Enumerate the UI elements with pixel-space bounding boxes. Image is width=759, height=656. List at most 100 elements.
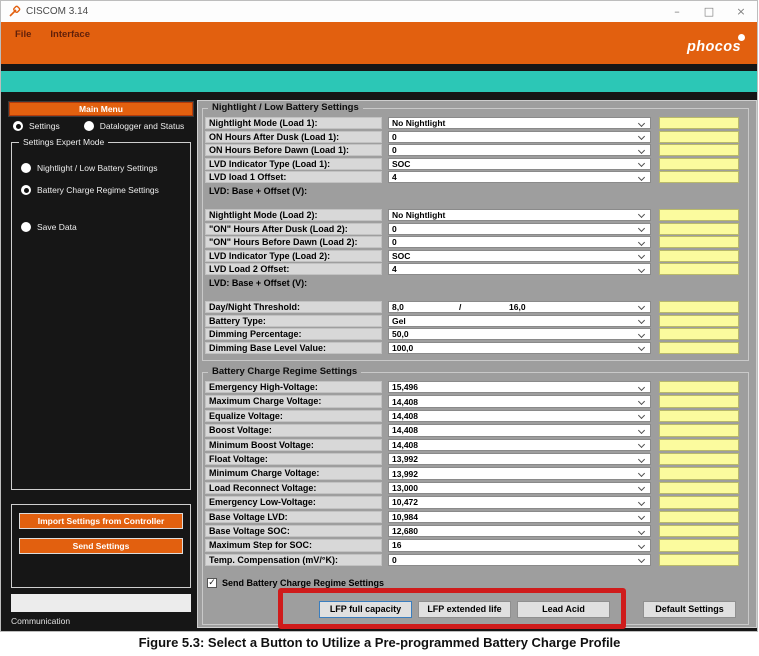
value-dropdown[interactable]: 14,408: [388, 395, 651, 408]
chevron-down-icon[interactable]: [637, 398, 646, 406]
chevron-down-icon[interactable]: [637, 133, 646, 141]
menu-file[interactable]: File: [15, 29, 31, 40]
chevron-down-icon[interactable]: [637, 556, 646, 564]
chevron-down-icon[interactable]: [637, 484, 646, 492]
radio-icon[interactable]: [21, 185, 31, 195]
value-dropdown[interactable]: 12,680: [388, 524, 651, 538]
import-settings-button[interactable]: Import Settings from Controller: [19, 513, 183, 529]
nightlight-settings-group: Nightlight / Low Battery Settings Nightl…: [202, 102, 749, 361]
radio-label: Battery Charge Regime Settings: [37, 185, 159, 195]
value-dropdown[interactable]: 13,992: [388, 452, 651, 466]
dropdown-value-text: 13,000: [392, 482, 418, 493]
value-dropdown[interactable]: 0: [388, 553, 651, 567]
settings-row: LVD Indicator Type (Load 2): SOC: [205, 249, 746, 262]
chevron-down-icon[interactable]: [637, 173, 646, 181]
chevron-down-icon[interactable]: [637, 119, 646, 127]
value-dropdown[interactable]: 0: [388, 130, 651, 143]
menu-interface[interactable]: Interface: [50, 29, 90, 40]
chevron-down-icon[interactable]: [637, 238, 646, 246]
dropdown-value-text: 0: [392, 223, 397, 234]
minimize-icon[interactable]: –: [661, 1, 693, 22]
row-label: Dimming Percentage:: [205, 328, 382, 341]
value-dropdown[interactable]: 14,408: [388, 409, 651, 423]
value-dropdown[interactable]: 100,0: [388, 341, 651, 354]
value-dropdown[interactable]: SOC: [388, 249, 651, 262]
dropdown-value-text: SOC: [392, 250, 411, 261]
maximize-icon[interactable]: □: [693, 1, 725, 22]
value-dropdown[interactable]: 4: [388, 171, 651, 184]
dropdown-value: SOC: [389, 159, 410, 169]
value-dropdown[interactable]: 0: [388, 144, 651, 157]
sidebar-radio-save-data[interactable]: Save Data: [21, 222, 77, 232]
sidebar-radio-datalogger-and-status[interactable]: Datalogger and Status: [83, 121, 184, 131]
chevron-down-icon[interactable]: [637, 303, 646, 311]
chevron-down-icon[interactable]: [637, 426, 646, 434]
row-label: ON Hours After Dusk (Load 1):: [205, 130, 382, 143]
value-dropdown[interactable]: Gel: [388, 314, 651, 327]
dropdown-value-text: 14,408: [392, 410, 418, 421]
chevron-down-icon[interactable]: [637, 541, 646, 550]
row-label: Maximum Charge Voltage:: [205, 395, 382, 408]
radio-icon[interactable]: [13, 121, 23, 131]
chevron-down-icon[interactable]: [637, 469, 646, 478]
value-indicator: [659, 314, 739, 327]
value-dropdown[interactable]: 4: [388, 263, 651, 276]
sidebar-radio-settings[interactable]: Settings: [13, 121, 60, 131]
chevron-down-icon[interactable]: [637, 344, 646, 352]
default-settings-button[interactable]: Default Settings: [643, 601, 736, 618]
value-indicator: [659, 208, 739, 221]
chevron-down-icon[interactable]: [637, 455, 646, 463]
settings-panel: Nightlight / Low Battery Settings Nightl…: [197, 100, 757, 628]
checkbox-icon[interactable]: ✓: [207, 578, 217, 588]
chevron-down-icon[interactable]: [637, 146, 646, 154]
value-dropdown[interactable]: 16: [388, 539, 651, 552]
chevron-down-icon[interactable]: [637, 498, 646, 506]
value-dropdown[interactable]: 14,408: [388, 424, 651, 437]
value-dropdown[interactable]: 50,0: [388, 328, 651, 341]
value-dropdown[interactable]: 10,472: [388, 496, 651, 509]
chevron-down-icon[interactable]: [637, 513, 646, 521]
dropdown-value: 13,992: [389, 469, 418, 479]
value-dropdown[interactable]: 8,0 / 16,0: [388, 300, 651, 313]
chevron-down-icon[interactable]: [637, 316, 646, 325]
chevron-down-icon[interactable]: [637, 252, 646, 260]
row-label: Nightlight Mode (Load 2):: [205, 208, 382, 221]
value-dropdown[interactable]: SOC: [388, 157, 651, 170]
chevron-down-icon[interactable]: [637, 383, 646, 391]
chevron-down-icon[interactable]: [637, 225, 646, 233]
value-dropdown[interactable]: 10,984: [388, 510, 651, 523]
send-settings-button[interactable]: Send Settings: [19, 538, 183, 554]
chevron-down-icon[interactable]: [637, 160, 646, 168]
value-dropdown[interactable]: No Nightlight: [388, 208, 651, 221]
settings-row: LVD Indicator Type (Load 1): SOC: [205, 157, 746, 170]
value-dropdown[interactable]: No Nightlight: [388, 117, 651, 129]
chevron-down-icon[interactable]: [637, 441, 646, 449]
chevron-down-icon[interactable]: [637, 527, 646, 535]
chevron-down-icon[interactable]: [637, 412, 646, 420]
settings-expert-mode-group: Settings Expert Mode Nightlight / Low Ba…: [11, 137, 191, 490]
dropdown-value-text: 13,992: [392, 468, 418, 479]
chevron-down-icon[interactable]: [637, 330, 646, 338]
communication-label: Communication: [11, 616, 71, 626]
close-icon[interactable]: ×: [725, 1, 757, 22]
row-label: Boost Voltage:: [205, 424, 382, 437]
chevron-down-icon[interactable]: [637, 211, 646, 219]
settings-row: Nightlight Mode (Load 2): No Nightlight: [205, 208, 746, 221]
dropdown-value-text: 14,408: [392, 396, 418, 407]
value-dropdown[interactable]: 15,496: [388, 381, 651, 394]
radio-icon[interactable]: [83, 121, 94, 131]
mode-radio-group: Settings Datalogger and Status: [11, 121, 193, 131]
sidebar-radio-battery-charge-regime-settings[interactable]: Battery Charge Regime Settings: [21, 185, 159, 195]
radio-icon[interactable]: [21, 163, 31, 173]
dropdown-value: Gel: [389, 316, 406, 326]
dropdown-value: 14,408: [389, 425, 418, 435]
value-dropdown[interactable]: 13,000: [388, 481, 651, 495]
row-label: LVD Indicator Type (Load 1):: [205, 157, 382, 170]
value-dropdown[interactable]: 0: [388, 236, 651, 249]
chevron-down-icon[interactable]: [637, 265, 646, 273]
value-dropdown[interactable]: 13,992: [388, 467, 651, 480]
radio-icon[interactable]: [21, 222, 31, 232]
value-dropdown[interactable]: 14,408: [388, 438, 651, 451]
sidebar-radio-nightlight-low-battery-settings[interactable]: Nightlight / Low Battery Settings: [21, 163, 157, 173]
value-dropdown[interactable]: 0: [388, 222, 651, 235]
